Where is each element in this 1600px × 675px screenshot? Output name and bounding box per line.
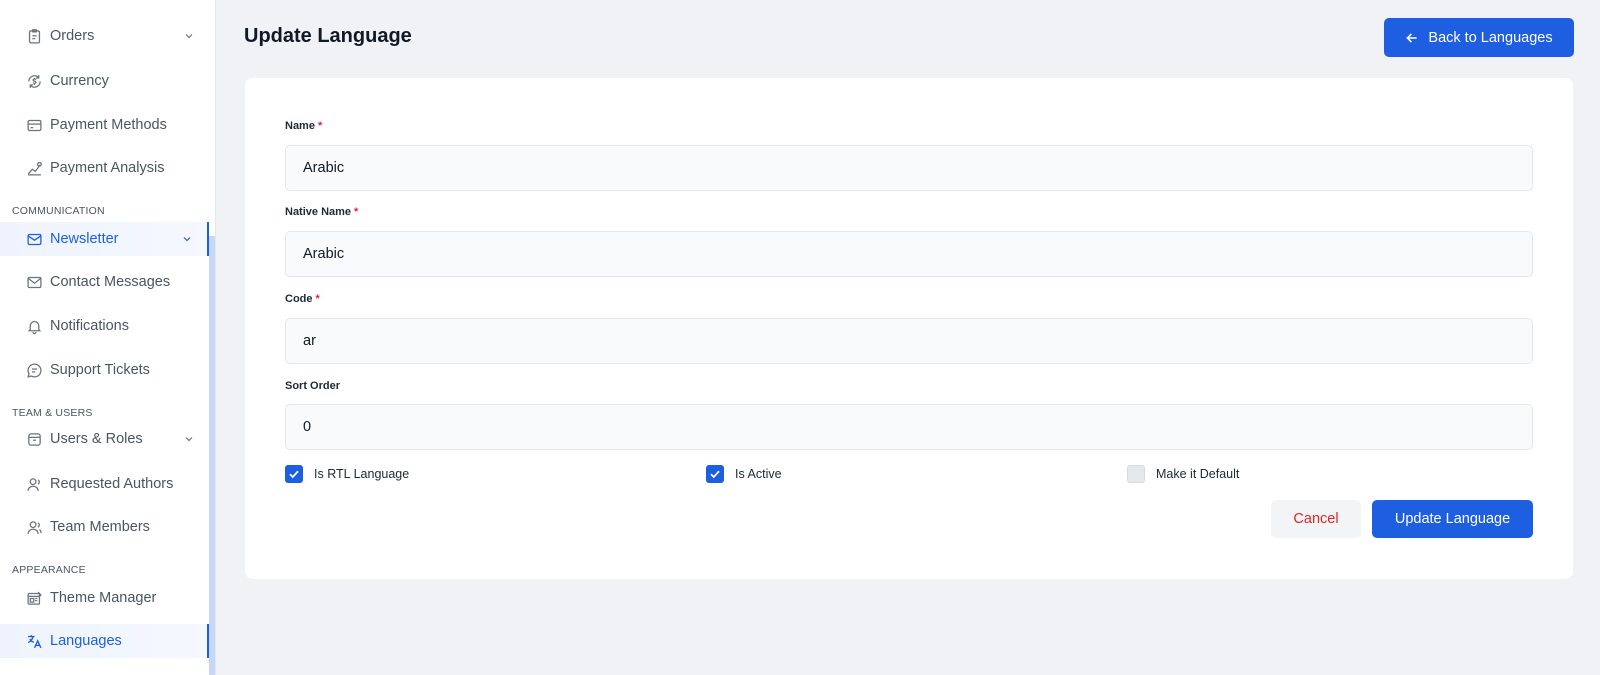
sidebar: Orders Currency Payment Methods Payment … [0,0,216,675]
sidebar-item-label: Languages [50,633,122,649]
code-input[interactable]: ar [285,318,1533,364]
default-checkbox[interactable] [1127,465,1145,483]
theme-icon [25,589,43,607]
sidebar-item-languages[interactable]: Languages [0,624,209,658]
sort-order-input[interactable]: 0 [285,404,1533,450]
sidebar-item-currency[interactable]: Currency [0,64,209,98]
name-label: Name * [285,120,323,132]
users-box-icon [25,430,43,448]
name-input[interactable]: Arabic [285,145,1533,191]
chat-bubble-icon [25,361,43,379]
arrow-left-icon [1406,32,1418,43]
rtl-label: Is RTL Language [314,467,410,481]
sidebar-item-contact-messages[interactable]: Contact Messages [0,265,209,299]
user-group-icon [25,518,43,536]
currency-icon [25,72,43,90]
sidebar-item-payment-analysis[interactable]: Payment Analysis [0,151,209,185]
native-name-input[interactable]: Arabic [285,231,1533,277]
bell-icon [25,317,43,335]
active-checkbox-row[interactable]: Is Active [706,465,782,483]
chevron-down-icon [183,433,195,445]
sidebar-item-team-members[interactable]: Team Members [0,510,209,544]
required-mark: * [317,120,323,132]
update-language-button[interactable]: Update Language [1372,500,1533,538]
section-label-communication: COMMUNICATION [12,205,105,217]
section-label-appearance: APPEARANCE [12,564,86,576]
active-label: Is Active [735,467,782,481]
sidebar-item-label: Requested Authors [50,476,174,492]
mail-icon [25,230,43,248]
sidebar-item-label: Newsletter [50,231,119,247]
back-button-label: Back to Languages [1428,29,1553,46]
sidebar-item-theme-manager[interactable]: Theme Manager [0,581,209,615]
clipboard-icon [25,27,43,45]
default-checkbox-row[interactable]: Make it Default [1127,465,1239,483]
rtl-checkbox-row[interactable]: Is RTL Language [285,465,409,483]
sidebar-item-label: Orders [50,28,95,44]
sidebar-item-requested-authors[interactable]: Requested Authors [0,467,209,501]
sidebar-item-notifications[interactable]: Notifications [0,309,209,343]
sidebar-item-label: Notifications [50,318,129,334]
sort-order-label: Sort Order [285,380,341,392]
credit-card-icon [25,116,43,134]
section-label-team-users: TEAM & USERS [12,407,93,419]
sidebar-item-orders[interactable]: Orders [0,19,209,53]
chevron-down-icon [183,30,195,42]
sidebar-item-label: Support Tickets [50,362,150,378]
sidebar-item-label: Currency [50,73,109,89]
sidebar-item-support-tickets[interactable]: Support Tickets [0,353,209,387]
sidebar-item-label: Contact Messages [50,274,171,290]
sidebar-item-payment-methods[interactable]: Payment Methods [0,108,209,142]
checkmark-icon [289,470,299,479]
sidebar-item-label: Theme Manager [50,590,157,606]
code-label: Code * [285,293,320,305]
sidebar-item-label: Payment Methods [50,117,167,133]
default-label: Make it Default [1156,467,1240,481]
cancel-button[interactable]: Cancel [1271,500,1361,538]
sidebar-item-label: Team Members [50,519,150,535]
user-icon [25,475,43,493]
chevron-down-icon [181,233,193,245]
required-mark: * [354,206,359,218]
chart-line-icon [25,159,43,177]
checkmark-icon [710,470,720,479]
envelope-icon [25,273,43,291]
page-title: Update Language [244,25,412,47]
native-name-label: Native Name * [285,206,359,218]
rtl-checkbox[interactable] [285,465,303,483]
sidebar-item-newsletter[interactable]: Newsletter [0,222,209,256]
active-checkbox[interactable] [706,465,724,483]
sidebar-item-label: Payment Analysis [50,160,165,176]
required-mark: * [315,293,320,305]
translate-icon [25,632,43,650]
back-to-languages-button[interactable]: Back to Languages [1384,18,1574,57]
sidebar-item-label: Users & Roles [50,431,143,447]
sidebar-item-users-roles[interactable]: Users & Roles [0,422,209,456]
language-form-card: Name * Arabic Native Name * Arabic Code * a… [245,78,1573,579]
sidebar-scrollbar[interactable] [209,236,215,675]
